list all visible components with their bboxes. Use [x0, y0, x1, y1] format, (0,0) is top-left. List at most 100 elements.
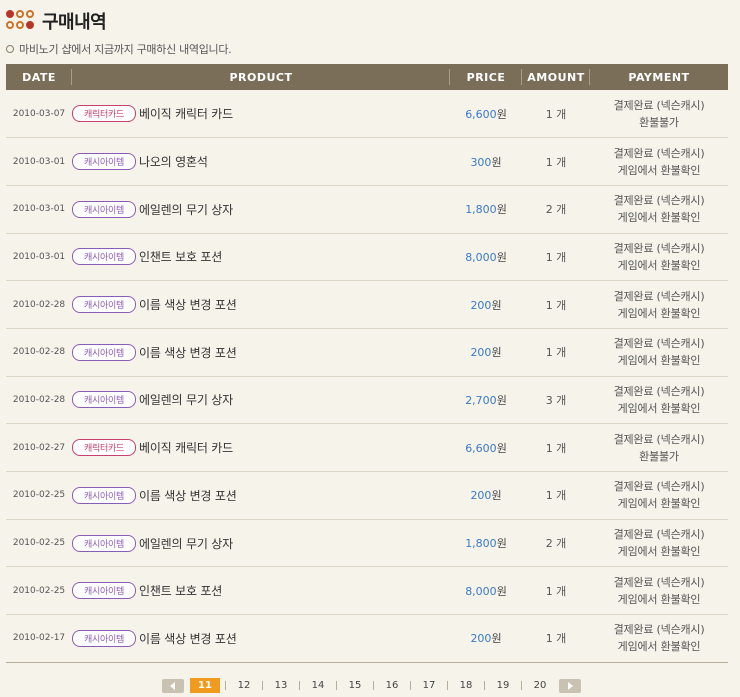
subtitle-text: 마비노기 샵에서 지금까지 구매하신 내역입니다.	[19, 43, 232, 56]
page-separator	[410, 681, 411, 690]
column-header-price: PRICE	[450, 64, 522, 90]
row-product: 캐시아이템 이름 색상 변경 포션	[72, 328, 450, 376]
page-separator	[521, 681, 522, 690]
page-title: 구매내역	[42, 12, 107, 33]
page-link-17[interactable]: 17	[416, 680, 442, 691]
row-payment: 결제완료 (넥슨캐시) 게임에서 환불확인	[590, 376, 728, 424]
price-value: 1,800	[465, 537, 497, 551]
page-link-15[interactable]: 15	[342, 680, 368, 691]
category-tag: 캐시아이템	[72, 248, 136, 266]
product-name[interactable]: 이름 색상 변경 포션	[139, 632, 237, 646]
page-link-14[interactable]: 14	[305, 680, 331, 691]
arrow-right-icon[interactable]	[559, 678, 581, 693]
price-unit: 원	[496, 250, 507, 264]
product-name[interactable]: 에일렌의 무기 상자	[139, 537, 233, 551]
payment-status: 결제완료 (넥슨캐시)	[613, 241, 705, 255]
table-row: 2010-02-25 캐시아이템 인챈트 보호 포션 8,000원 1 개 결제완료 (넥…	[6, 567, 728, 615]
category-tag: 캐시아이템	[72, 391, 136, 409]
row-amount: 1 개	[545, 489, 567, 503]
row-payment: 결제완료 (넥슨캐시) 게임에서 환불확인	[590, 138, 728, 186]
row-payment: 결제완료 (넥슨캐시) 게임에서 환불확인	[590, 233, 728, 281]
page-link-19[interactable]: 19	[490, 680, 516, 691]
row-price: 6,600원	[450, 424, 522, 472]
product-name[interactable]: 베이직 캐릭터 카드	[139, 107, 233, 121]
page-link-18[interactable]: 18	[453, 680, 479, 691]
table-row: 2010-03-01 캐시아이템 인챈트 보호 포션 8,000원 1 개 결제완료 (넥…	[6, 233, 728, 281]
page-link-11[interactable]: 11	[190, 678, 220, 693]
row-price: 1,800원	[450, 185, 522, 233]
category-tag: 캐시아이템	[72, 200, 136, 218]
price-value: 8,000	[465, 250, 497, 264]
table-row: 2010-03-01 캐시아이템 에일렌의 무기 상자 1,800원 2 개 결제완료 (…	[6, 185, 728, 234]
pagination: 11 12 13 14 15 16 17 18 19 20	[162, 678, 581, 693]
row-date: 2010-02-28	[12, 394, 66, 405]
column-header-amount: AMOUNT	[522, 64, 590, 90]
table-row: 2010-02-17 캐시아이템 이름 색상 변경 포션 200원 1 개 결제완료 (넥…	[6, 615, 728, 663]
price-unit: 원	[496, 203, 507, 217]
payment-status: 결제완료 (넥슨캐시)	[613, 289, 705, 303]
category-tag: 캐릭터카드	[72, 105, 136, 123]
row-product: 캐시아이템 이름 색상 변경 포션	[72, 281, 450, 329]
refund-status: 게임에서 환불확인	[617, 640, 701, 654]
refund-status: 게임에서 환불확인	[617, 354, 701, 368]
page-link-13[interactable]: 13	[268, 680, 294, 691]
price-unit: 원	[496, 107, 507, 121]
table-row: 2010-02-28 캐시아이템 이름 색상 변경 포션 200원 1 개 결제완료 (넥…	[6, 281, 728, 329]
row-date: 2010-03-07	[12, 108, 66, 119]
row-amount: 2 개	[545, 537, 567, 551]
price-value: 2,700	[465, 393, 497, 407]
row-payment: 결제완료 (넥슨캐시) 게임에서 환불확인	[590, 472, 728, 520]
row-amount: 1 개	[545, 441, 567, 455]
category-tag: 캐릭터카드	[72, 439, 136, 457]
page-link-20[interactable]: 20	[527, 680, 553, 691]
row-amount: 1 개	[545, 250, 567, 264]
row-price: 6,600원	[450, 90, 522, 138]
price-unit: 원	[496, 537, 507, 551]
product-name[interactable]: 이름 색상 변경 포션	[139, 346, 237, 360]
row-payment: 결제완료 (넥슨캐시) 게임에서 환불확인	[590, 567, 728, 615]
row-payment: 결제완료 (넥슨캐시) 환불불가	[590, 90, 728, 138]
table-row: 2010-02-25 캐시아이템 이름 색상 변경 포션 200원 1 개 결제완료 (넥…	[6, 472, 728, 520]
row-date: 2010-02-28	[12, 347, 66, 358]
row-date: 2010-02-25	[12, 490, 66, 501]
row-product: 캐릭터카드 베이직 캐릭터 카드	[72, 90, 450, 138]
price-value: 200	[470, 298, 492, 312]
payment-status: 결제완료 (넥슨캐시)	[613, 194, 705, 208]
price-unit: 원	[491, 346, 502, 360]
price-unit: 원	[491, 489, 502, 503]
payment-status: 결제완료 (넥슨캐시)	[613, 384, 705, 398]
page-separator	[299, 681, 300, 690]
row-date: 2010-02-25	[12, 538, 66, 549]
refund-status: 게임에서 환불확인	[617, 497, 701, 511]
product-name[interactable]: 에일렌의 무기 상자	[139, 393, 233, 407]
row-date: 2010-03-01	[12, 251, 66, 262]
payment-status: 결제완료 (넥슨캐시)	[613, 575, 705, 589]
product-name[interactable]: 인챈트 보호 포션	[139, 584, 222, 598]
row-product: 캐시아이템 에일렌의 무기 상자	[72, 519, 450, 567]
product-name[interactable]: 에일렌의 무기 상자	[139, 203, 233, 217]
refund-status: 게임에서 환불확인	[617, 306, 701, 320]
price-unit: 원	[496, 584, 507, 598]
page-link-16[interactable]: 16	[379, 680, 405, 691]
product-name[interactable]: 베이직 캐릭터 카드	[139, 441, 233, 455]
refund-status: 게임에서 환불확인	[617, 592, 701, 606]
table-row: 2010-03-01 캐시아이템 나오의 영혼석 300원 1 개 결제완료 (넥슨캐시)…	[6, 138, 728, 186]
price-value: 1,800	[465, 203, 497, 217]
row-amount: 2 개	[545, 203, 567, 217]
price-value: 6,600	[465, 441, 497, 455]
price-unit: 원	[496, 393, 507, 407]
payment-status: 결제완료 (넥슨캐시)	[613, 98, 705, 112]
row-price: 1,800원	[450, 519, 522, 567]
payment-status: 결제완료 (넥슨캐시)	[613, 528, 705, 542]
product-name[interactable]: 인챈트 보호 포션	[139, 250, 222, 264]
row-price: 200원	[450, 615, 522, 663]
price-value: 8,000	[465, 584, 497, 598]
row-product: 캐시아이템 인챈트 보호 포션	[72, 567, 450, 615]
page-link-12[interactable]: 12	[231, 680, 257, 691]
arrow-left-icon[interactable]	[162, 678, 184, 693]
refund-status: 게임에서 환불확인	[617, 401, 701, 415]
category-tag: 캐시아이템	[72, 296, 136, 314]
product-name[interactable]: 나오의 영혼석	[139, 155, 208, 169]
product-name[interactable]: 이름 색상 변경 포션	[139, 298, 237, 312]
product-name[interactable]: 이름 색상 변경 포션	[139, 489, 237, 503]
